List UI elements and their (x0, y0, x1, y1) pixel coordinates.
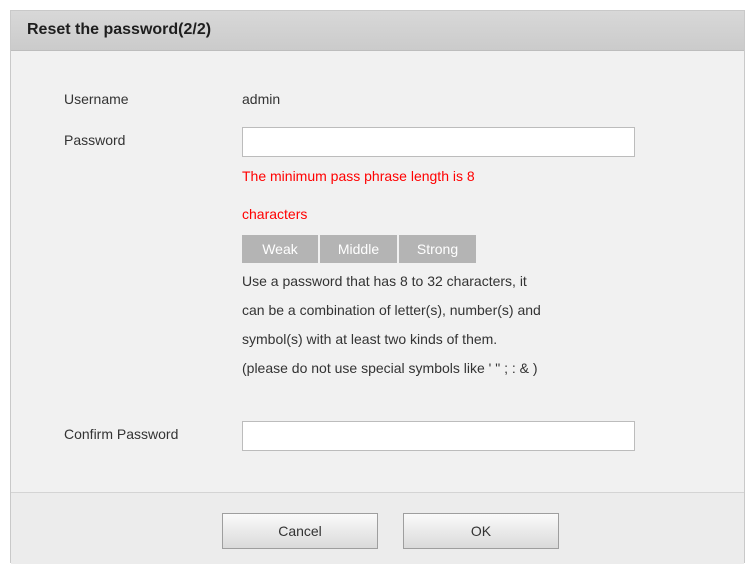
strength-weak: Weak (242, 235, 318, 263)
password-strength-meter: Weak Middle Strong (242, 235, 478, 263)
ok-button[interactable]: OK (403, 513, 559, 549)
error-line-1: The minimum pass phrase length is 8 (242, 168, 475, 184)
strength-middle: Middle (320, 235, 397, 263)
dialog-body: Username admin Password The minimum pass… (11, 51, 744, 492)
strength-strong: Strong (399, 235, 476, 263)
cancel-button[interactable]: Cancel (222, 513, 378, 549)
reset-password-dialog: Reset the password(2/2) Username admin P… (10, 10, 745, 564)
dialog-titlebar: Reset the password(2/2) (11, 11, 744, 51)
hint-line-4: (please do not use special symbols like … (242, 360, 538, 376)
username-label: Username (64, 91, 129, 107)
hint-line-2: can be a combination of letter(s), numbe… (242, 302, 541, 318)
password-field[interactable] (242, 127, 635, 157)
error-line-2: characters (242, 206, 308, 222)
username-value: admin (242, 91, 281, 107)
password-length-error: The minimum pass phrase length is 8 char… (242, 157, 602, 233)
password-label: Password (64, 132, 126, 148)
hint-line-1: Use a password that has 8 to 32 characte… (242, 273, 527, 289)
dialog-title: Reset the password(2/2) (27, 21, 212, 38)
hint-line-3: symbol(s) with at least two kinds of the… (242, 331, 498, 347)
confirm-password-field[interactable] (242, 421, 635, 451)
confirm-password-label: Confirm Password (64, 426, 179, 442)
password-hint: Use a password that has 8 to 32 characte… (242, 267, 662, 383)
dialog-footer: Cancel OK (11, 492, 744, 564)
